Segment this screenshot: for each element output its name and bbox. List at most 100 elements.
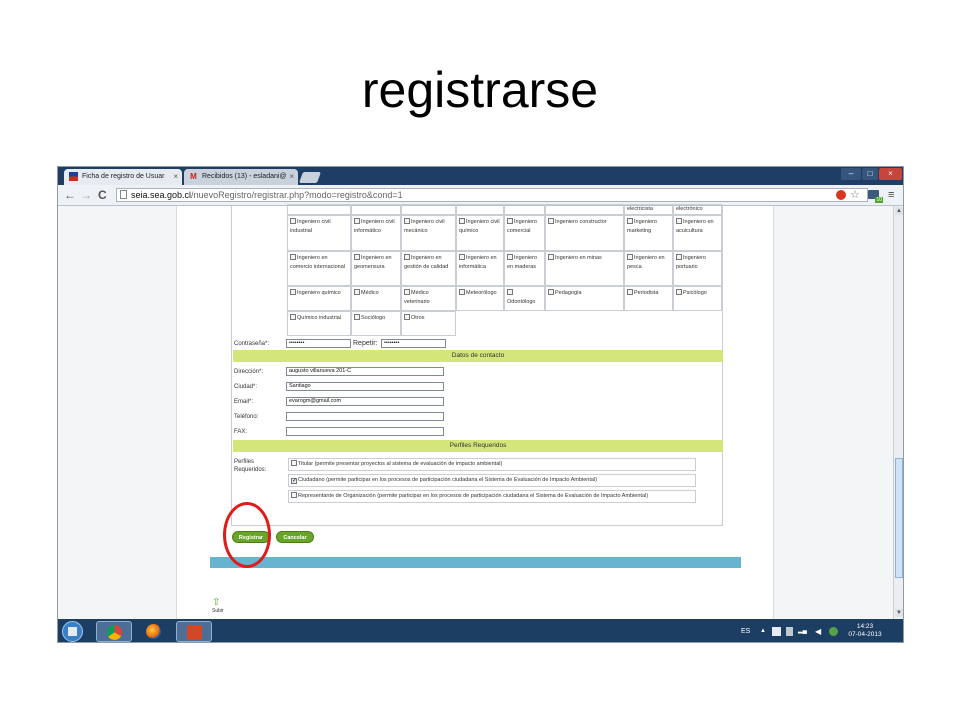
extension-icon[interactable]	[836, 190, 846, 200]
flag-icon[interactable]	[772, 627, 781, 636]
profession-cell[interactable]: Ingeniero marketing	[624, 215, 673, 251]
profession-cell[interactable]: Psicólogo	[673, 286, 722, 311]
device-icon[interactable]	[786, 627, 793, 636]
extension-badge-icon[interactable]: 10	[868, 190, 883, 203]
close-window-button[interactable]: ×	[879, 168, 902, 180]
reload-icon[interactable]: C	[98, 188, 107, 202]
profession-cell[interactable]: Sociólogo	[351, 311, 401, 336]
checkbox[interactable]	[291, 492, 297, 498]
profession-cell[interactable]: Ingeniero en pesca	[624, 251, 673, 286]
vertical-scrollbar[interactable]: ▲ ▼	[893, 206, 903, 619]
checkbox[interactable]	[676, 218, 682, 224]
profession-cell[interactable]: Odontólogo	[504, 286, 545, 311]
address-bar[interactable]: seia.sea.gob.cl/nuevoRegistro/registrar.…	[116, 188, 868, 202]
tray-app-icon[interactable]	[829, 627, 838, 636]
close-tab-icon[interactable]: ×	[289, 169, 294, 184]
network-icon[interactable]: ▂▄	[798, 619, 807, 642]
checkbox[interactable]	[507, 254, 513, 260]
scroll-thumb[interactable]	[895, 458, 903, 578]
checkbox[interactable]	[290, 218, 296, 224]
scroll-up-link[interactable]: ⇧ Subir	[212, 598, 224, 616]
checkbox[interactable]	[404, 218, 410, 224]
profession-cell[interactable]: Ingeniero en geomensura	[351, 251, 401, 286]
perfil-option-ciudadano[interactable]: Ciudadano (permite participar en los pro…	[288, 474, 696, 487]
profession-cell[interactable]: Ingeniero en gestión de calidad	[401, 251, 456, 286]
profession-cell[interactable]: Periodista	[624, 286, 673, 311]
minimize-button[interactable]: –	[841, 168, 861, 180]
profession-cell[interactable]: Químico industrial	[287, 311, 351, 336]
checkbox[interactable]	[354, 314, 360, 320]
profession-cell[interactable]: Otros	[401, 311, 456, 336]
bookmark-star-icon[interactable]: ☆	[850, 188, 860, 202]
taskbar-chrome[interactable]	[96, 621, 132, 642]
profession-cell[interactable]: Ingeniero constructor	[545, 215, 624, 251]
checkbox[interactable]	[290, 254, 296, 260]
checkbox[interactable]	[676, 254, 682, 260]
profession-cell[interactable]: Meteorólogo	[456, 286, 504, 311]
checkbox[interactable]	[627, 254, 633, 260]
perfil-option-titular[interactable]: Titular (permite presentar proyectos al …	[288, 458, 696, 471]
profession-cell[interactable]: Pedagogía	[545, 286, 624, 311]
profession-cell[interactable]: Médico veterinario	[401, 286, 456, 311]
checkbox[interactable]	[548, 218, 554, 224]
checkbox[interactable]	[459, 218, 465, 224]
checkbox[interactable]	[676, 289, 682, 295]
checkbox[interactable]	[507, 218, 513, 224]
profession-cell[interactable]: Ingeniero en minas	[545, 251, 624, 286]
profession-cell[interactable]: Ingeniero civil mecánico	[401, 215, 456, 251]
close-tab-icon[interactable]: ×	[173, 169, 178, 184]
cancelar-button[interactable]: Cancelar	[276, 531, 314, 543]
ciudad-field[interactable]: Santiago	[286, 382, 444, 391]
tab-registro[interactable]: Ficha de registro de Usuar ×	[64, 169, 182, 185]
scroll-down-arrow-icon[interactable]: ▼	[895, 609, 903, 617]
new-tab-button[interactable]	[298, 172, 322, 183]
volume-icon[interactable]: ◀	[815, 619, 821, 642]
checkbox[interactable]	[404, 254, 410, 260]
password-field[interactable]: ••••••••	[286, 339, 351, 348]
profession-cell[interactable]: Ingeniero civil informático	[351, 215, 401, 251]
profession-cell[interactable]: Ingeniero en maderas	[504, 251, 545, 286]
direccion-field[interactable]: augusto villanueva 201-C	[286, 367, 444, 376]
profession-cell[interactable]: Médico	[351, 286, 401, 311]
menu-icon[interactable]: ≡	[888, 188, 894, 202]
tray-expand-icon[interactable]: ▲	[760, 619, 766, 642]
checkbox[interactable]	[290, 289, 296, 295]
profession-cell[interactable]: Ingeniero en acuicultura	[673, 215, 722, 251]
language-indicator[interactable]: ES	[741, 619, 750, 642]
checkbox[interactable]	[404, 289, 410, 295]
profession-cell[interactable]: Ingeniero químico	[287, 286, 351, 311]
email-field[interactable]: evarogm@gmail.com	[286, 397, 444, 406]
maximize-button[interactable]: □	[862, 168, 878, 180]
checkbox[interactable]	[354, 289, 360, 295]
telefono-field[interactable]	[286, 412, 444, 421]
perfil-option-representante[interactable]: Representante de Organización (permite p…	[288, 490, 696, 503]
fax-field[interactable]	[286, 427, 444, 436]
forward-arrow-icon[interactable]: →	[80, 188, 92, 202]
checkbox[interactable]	[548, 254, 554, 260]
back-arrow-icon[interactable]: ←	[64, 188, 76, 202]
checkbox[interactable]	[354, 254, 360, 260]
taskbar-firefox[interactable]	[136, 621, 172, 642]
checkbox-checked[interactable]	[291, 478, 297, 484]
checkbox[interactable]	[548, 289, 554, 295]
checkbox[interactable]	[627, 218, 633, 224]
taskbar-powerpoint[interactable]	[176, 621, 212, 642]
scroll-up-arrow-icon[interactable]: ▲	[895, 207, 903, 215]
checkbox[interactable]	[354, 218, 360, 224]
taskbar-clock[interactable]: 14:23 07-04-2013	[845, 623, 885, 639]
profession-cell[interactable]: Ingeniero en comercio internacional	[287, 251, 351, 286]
checkbox[interactable]	[627, 289, 633, 295]
tab-gmail[interactable]: M Recibidos (13) - esladani@ ×	[184, 169, 298, 185]
repeat-password-field[interactable]: ••••••••	[381, 339, 446, 348]
checkbox[interactable]	[404, 314, 410, 320]
profession-cell[interactable]: Ingeniero en informática	[456, 251, 504, 286]
profession-cell[interactable]: Ingeniero civil industrial	[287, 215, 351, 251]
checkbox[interactable]	[291, 460, 297, 466]
checkbox[interactable]	[459, 254, 465, 260]
checkbox[interactable]	[290, 314, 296, 320]
checkbox[interactable]	[459, 289, 465, 295]
profession-cell[interactable]: Ingeniero portuario	[673, 251, 722, 286]
checkbox[interactable]	[507, 289, 513, 295]
profession-cell[interactable]: Ingeniero civil químico	[456, 215, 504, 251]
profession-cell[interactable]: Ingeniero comercial	[504, 215, 545, 251]
